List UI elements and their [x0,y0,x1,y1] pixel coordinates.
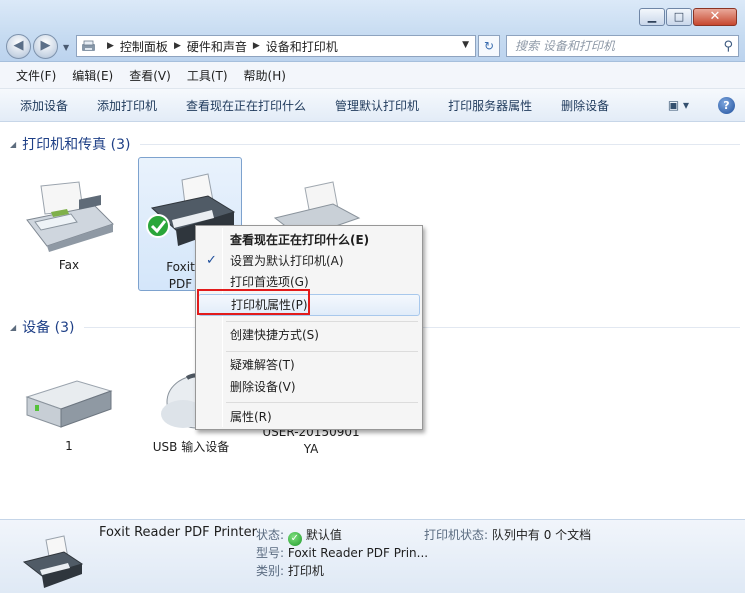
printer-status-label: 打印机状态: [424,528,489,542]
menu-item-label: 疑难解答(T) [230,358,295,372]
printers-group-header[interactable]: ◢ 打印机和传真 (3) [10,134,740,154]
close-icon: ✕ [709,9,721,24]
address-bar[interactable]: ▶ 控制面板 ▶ 硬件和声音 ▶ 设备和打印机 ▼ [76,35,476,57]
device-label-line2: YA [303,442,319,456]
arrow-right-icon: ▶ [40,38,51,53]
group-divider [140,143,740,145]
highlight-annotation-box [197,289,310,315]
context-menu: 查看现在正在打印什么(E) ✓ 设置为默认打印机(A) 打印首选项(G) 打印机… [195,225,423,430]
command-bar: 添加设备 添加打印机 查看现在正在打印什么 管理默认打印机 打印服务器属性 删除… [0,89,745,122]
details-category-row: 类别: 打印机 [256,562,324,579]
details-printer-status-row: 打印机状态: 队列中有 0 个文档 [424,526,591,543]
status-value: 默认值 [305,528,342,542]
model-value: Foxit Reader PDF Prin... [287,546,429,560]
search-icon[interactable]: ⚲ [723,37,733,57]
details-status-row: 状态: ✓ 默认值 [256,526,342,546]
window-controls: ▁ □ ✕ [638,8,737,26]
help-button[interactable]: ? [718,97,735,114]
menu-separator [226,351,418,352]
menu-item-remove-device[interactable]: 删除设备(V) [198,376,420,398]
maximize-button[interactable]: □ [666,8,692,26]
menu-item-label: 打印首选项(G) [230,275,309,289]
breadcrumb-separator[interactable]: ▶ [174,41,181,51]
refresh-button[interactable]: ↻ [478,35,500,57]
search-placeholder: 搜索 设备和打印机 [515,39,615,53]
device-drive[interactable]: 1 [17,367,121,455]
breadcrumb-separator[interactable]: ▶ [253,41,260,51]
recent-pages-button[interactable]: ▼ [63,43,69,52]
hard-drive-icon [25,380,113,428]
device-fax[interactable]: Fax [17,176,121,274]
menu-item-set-default[interactable]: ✓ 设置为默认打印机(A) [198,250,420,272]
details-pane: Foxit Reader PDF Printer 状态: ✓ 默认值 型号: Fo… [0,519,745,593]
forward-button[interactable]: ▶ [33,34,58,59]
menu-item-see-whats-printing[interactable]: 查看现在正在打印什么(E) [198,229,420,251]
device-label: Fax [58,258,80,272]
minimize-button[interactable]: ▁ [639,8,665,26]
add-device-button[interactable]: 添加设备 [20,97,68,114]
menu-view[interactable]: 查看(V) [129,67,171,84]
details-model-row: 型号: Foxit Reader PDF Prin... [256,544,428,561]
printer-icon [22,535,84,588]
devices-group-title: 设备 (3) [22,320,75,336]
menu-edit[interactable]: 编辑(E) [72,67,113,84]
devices-folder-icon [82,40,95,51]
breadcrumb-control-panel[interactable]: 控制面板 [120,38,168,55]
device-label: 1 [65,439,73,453]
menu-item-label: 删除设备(V) [230,380,296,394]
breadcrumb-hardware-sound[interactable]: 硬件和声音 [187,38,247,55]
breadcrumb-separator: ▶ [107,41,114,51]
menu-item-create-shortcut[interactable]: 创建快捷方式(S) [198,324,420,346]
breadcrumb-devices-printers[interactable]: 设备和打印机 [266,38,338,55]
model-label: 型号: [256,546,285,560]
checkmark-icon: ✓ [206,253,217,268]
add-printer-button[interactable]: 添加打印机 [97,97,157,114]
arrow-left-icon: ◀ [13,38,24,53]
change-view-button[interactable]: ▣ ▾ [668,98,689,112]
refresh-icon: ↻ [483,39,495,53]
remove-device-button[interactable]: 删除设备 [561,97,609,114]
manage-default-printers-button[interactable]: 管理默认打印机 [335,97,419,114]
printer-status-value: 队列中有 0 个文档 [491,528,592,542]
menu-item-label: 查看现在正在打印什么(E) [230,233,370,247]
menu-separator [226,321,418,322]
device-label: USB 输入设备 [152,440,230,454]
menu-item-label: 设置为默认打印机(A) [230,254,344,268]
minimize-icon: ▁ [647,10,657,23]
back-button[interactable]: ◀ [6,34,31,59]
collapse-triangle-icon[interactable]: ◢ [10,323,16,332]
menu-bar: 文件(F) 编辑(E) 查看(V) 工具(T) 帮助(H) [0,62,745,89]
printers-group-title: 打印机和传真 (3) [22,137,131,153]
menu-item-troubleshoot[interactable]: 疑难解答(T) [198,354,420,376]
close-button[interactable]: ✕ [693,8,737,26]
menu-separator [226,402,418,403]
status-label: 状态: [256,528,285,542]
menu-item-label: 属性(R) [230,410,272,424]
fax-icon [26,181,114,252]
details-device-name: Foxit Reader PDF Printer [99,525,257,540]
address-dropdown-icon[interactable]: ▼ [462,40,469,50]
menu-item-label: 创建快捷方式(S) [230,328,319,342]
menu-help[interactable]: 帮助(H) [244,67,286,84]
category-value: 打印机 [287,564,324,578]
menu-item-properties[interactable]: 属性(R) [198,406,420,428]
maximize-icon: □ [673,10,685,23]
category-label: 类别: [256,564,285,578]
menu-file[interactable]: 文件(F) [16,67,56,84]
collapse-triangle-icon[interactable]: ◢ [10,140,16,149]
menu-tools[interactable]: 工具(T) [187,67,228,84]
see-whats-printing-button[interactable]: 查看现在正在打印什么 [186,97,306,114]
search-input[interactable]: 搜索 设备和打印机 ⚲ [506,35,739,57]
window-titlebar: ▁ □ ✕ ◀ ▶ ▼ ▶ 控制面板 ▶ 硬件和声音 ▶ 设备和打印机 ▼ ↻ … [0,0,745,62]
print-server-properties-button[interactable]: 打印服务器属性 [448,97,532,114]
